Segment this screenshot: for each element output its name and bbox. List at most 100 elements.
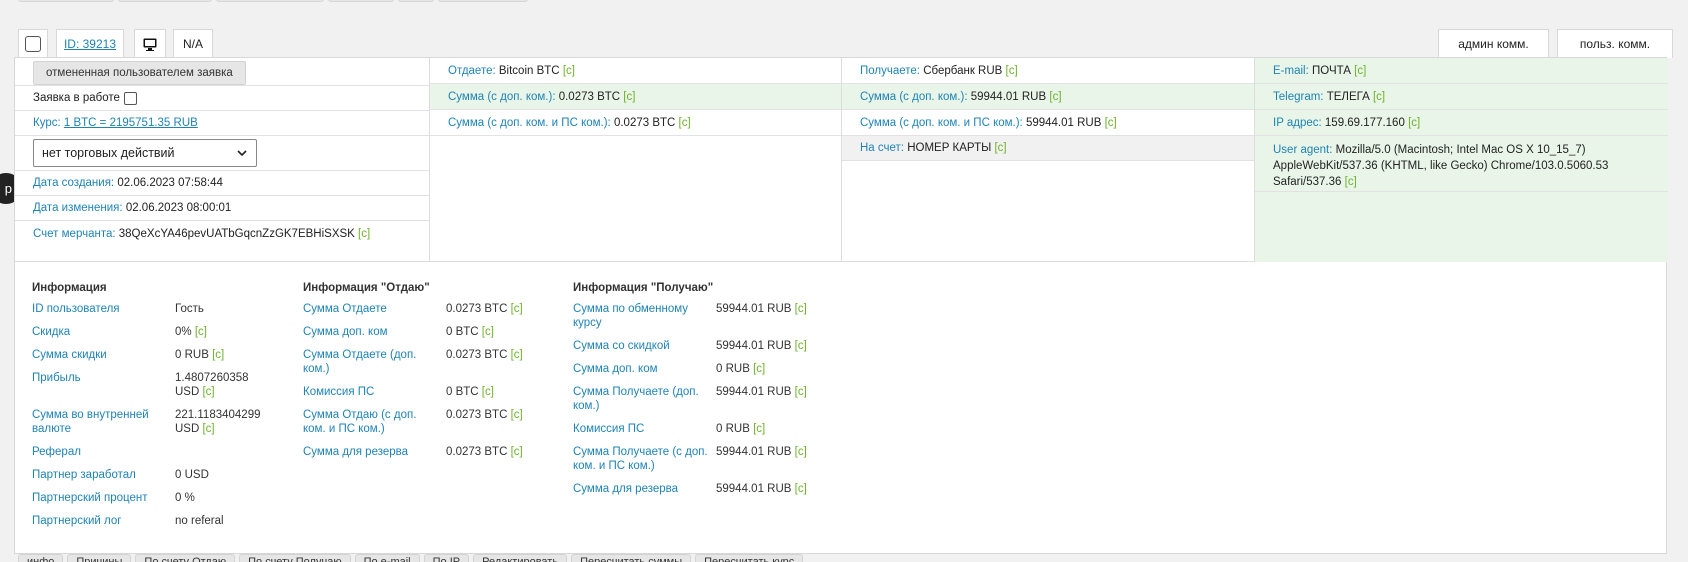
bottom-tab[interactable]: Пересчитать суммы — [571, 554, 692, 562]
rate-label: Курс: — [33, 117, 61, 129]
get-info-key: Сумма по обменному курсу — [573, 303, 689, 329]
order-id-link[interactable]: ID: 39213 — [64, 37, 116, 51]
in-work-checkbox[interactable] — [123, 91, 137, 105]
copy-link[interactable]: [c] — [482, 386, 494, 398]
info-info-value-text: 0 RUB — [175, 349, 209, 361]
cancelled-status-button[interactable]: отмененная пользователем заявка — [33, 61, 246, 85]
admin-comment-button[interactable]: админ комм. — [1438, 29, 1549, 58]
copy-link[interactable]: [c] — [511, 446, 523, 458]
give-info-value: 0.0273 BTC [c] — [446, 445, 541, 459]
copy-link[interactable]: [c] — [1105, 117, 1117, 129]
copy-link[interactable]: [c] — [753, 363, 765, 375]
get-info-value: 59944.01 RUB [c] — [716, 482, 826, 496]
copy-link[interactable]: [c] — [795, 483, 807, 495]
bottom-tab[interactable]: По IP — [423, 554, 470, 562]
info-info-row: Прибыль 1.4807260358 USD [c] — [32, 371, 270, 399]
get-info-key: Сумма доп. ком — [573, 363, 658, 375]
give-value: Bitcoin BTC — [498, 64, 560, 77]
email-label: E-mail: — [1273, 64, 1309, 77]
rate-link[interactable]: 1 BTC = 2195751.35 RUB — [64, 117, 198, 129]
bottom-tab[interactable]: По счету Получаю — [239, 554, 351, 562]
info-block: Информация ID пользователя Гость Скидка 0% … — [32, 282, 270, 537]
copy-link[interactable]: [c] — [1408, 117, 1420, 129]
get-info-value-text: 59944.01 RUB — [716, 483, 792, 495]
copy-link[interactable]: [c] — [358, 228, 370, 240]
top-tabs-cut — [18, 0, 528, 2]
info-info-value-text: 0 % — [175, 492, 195, 504]
give-info-value: 0 BTC [c] — [446, 385, 541, 399]
bottom-tab[interactable]: По счету Отдаю — [135, 554, 236, 562]
created-value: 02.06.2023 07:58:44 — [117, 177, 223, 189]
give-sum-full-row: Сумма (с доп. ком. и ПС ком.): 0.0273 BT… — [430, 110, 841, 136]
trade-action-select[interactable]: нет торговых действий — [33, 139, 257, 167]
user-agent-label: User agent: — [1273, 144, 1333, 156]
get-info-value-text: 59944.01 RUB — [716, 340, 792, 352]
in-work-row: Заявка в работе — [15, 86, 429, 111]
copy-link[interactable]: [c] — [795, 386, 807, 398]
info-info-key: Прибыль — [32, 372, 81, 384]
floating-badge-text: p — [4, 181, 12, 196]
copy-link[interactable]: [c] — [753, 423, 765, 435]
get-info-value-text: 59944.01 RUB — [716, 446, 792, 458]
get-info-value: 59944.01 RUB [c] — [716, 445, 826, 473]
give-info-key: Сумма Отдаете (доп. ком.) — [303, 349, 417, 375]
info-info-value: Гость — [175, 302, 270, 316]
copy-link[interactable]: [c] — [202, 423, 214, 435]
copy-link[interactable]: [c] — [795, 303, 807, 315]
info-info-key: Партнерский лог — [32, 515, 122, 527]
info-info-key: Сумма во внутренней валюте — [32, 409, 149, 435]
ip-value: 159.69.177.160 — [1324, 116, 1405, 129]
give-info-value: 0.0273 BTC [c] — [446, 408, 541, 436]
get-info-row: Сумма со скидкой 59944.01 RUB [c] — [573, 339, 826, 353]
info-info-value: 0 RUB [c] — [175, 348, 270, 362]
bottom-tab[interactable]: инфо — [18, 554, 64, 562]
bottom-tab[interactable]: Редактировать — [473, 554, 568, 562]
info-info-value-text: 0 USD — [175, 469, 209, 481]
account-label: На счет: — [860, 142, 904, 154]
get-info-block: Информация "Получаю" Сумма по обменному … — [573, 282, 826, 505]
copy-link[interactable]: [c] — [1373, 91, 1385, 103]
ip-row: IP адрес: 159.69.177.160 [c] — [1255, 110, 1668, 136]
info-info-key: ID пользователя — [32, 303, 120, 315]
info-info-row: Реферал — [32, 445, 270, 459]
copy-link[interactable]: [c] — [1345, 176, 1357, 188]
copy-link[interactable]: [c] — [195, 326, 207, 338]
copy-link[interactable]: [c] — [994, 142, 1006, 154]
give-info-row: Сумма Отдаете (доп. ком.) 0.0273 BTC [c] — [303, 348, 541, 376]
get-row: Получаете: Сбербанк RUB [c] — [842, 58, 1254, 84]
info-info-row: Сумма во внутренней валюте 221.1183404299… — [32, 408, 270, 436]
get-info-value-text: 59944.01 RUB — [716, 386, 792, 398]
select-order-checkbox-cell[interactable] — [18, 29, 48, 58]
copy-link[interactable]: [c] — [795, 340, 807, 352]
info-info-value-text: Гость — [175, 303, 204, 315]
copy-link[interactable]: [c] — [511, 409, 523, 421]
give-sum-row: Сумма (с доп. ком.): 0.0273 BTC [c] — [430, 84, 841, 110]
copy-link[interactable]: [c] — [511, 303, 523, 315]
created-label: Дата создания: — [33, 177, 115, 189]
copy-link[interactable]: [c] — [1354, 65, 1366, 77]
changed-value: 02.06.2023 08:00:01 — [125, 202, 232, 214]
user-comment-button[interactable]: польз. комм. — [1557, 29, 1673, 58]
copy-link[interactable]: [c] — [202, 386, 214, 398]
info-info-row: Сумма скидки 0 RUB [c] — [32, 348, 270, 362]
copy-link[interactable]: [c] — [795, 446, 807, 458]
copy-link[interactable]: [c] — [1049, 91, 1061, 103]
copy-link[interactable]: [c] — [482, 326, 494, 338]
copy-link[interactable]: [c] — [1006, 65, 1018, 77]
copy-link[interactable]: [c] — [679, 117, 691, 129]
admin-comment-label: админ комм. — [1458, 37, 1529, 51]
copy-link[interactable]: [c] — [212, 349, 224, 361]
copy-link[interactable]: [c] — [623, 91, 635, 103]
get-info-value-text: 59944.01 RUB — [716, 303, 792, 315]
get-info-row: Сумма для резерва 59944.01 RUB [c] — [573, 482, 826, 496]
bottom-tab[interactable]: Пересчитать курс — [695, 554, 804, 562]
get-info-key: Сумма со скидкой — [573, 340, 670, 352]
order-columns: отмененная пользователем заявка Заявка в… — [15, 58, 1668, 262]
select-order-checkbox[interactable] — [25, 36, 41, 52]
user-agent-text: User agent: Mozilla/5.0 (Macintosh; Inte… — [1273, 142, 1650, 190]
get-sum-full-label: Сумма (с доп. ком. и ПС ком.): — [860, 116, 1023, 129]
bottom-tab[interactable]: По e-mail — [354, 554, 420, 562]
copy-link[interactable]: [c] — [563, 65, 575, 77]
bottom-tab[interactable]: Причины — [67, 554, 132, 562]
copy-link[interactable]: [c] — [511, 349, 523, 361]
